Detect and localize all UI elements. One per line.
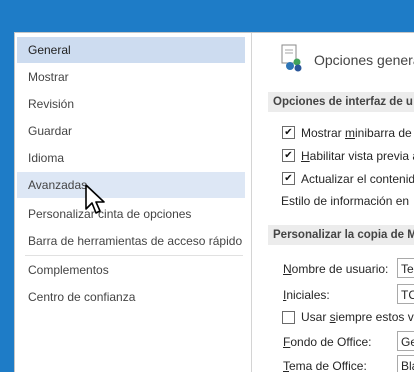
nav-item-idioma[interactable]: Idioma [17, 145, 245, 171]
nav-item-complementos[interactable]: Complementos [17, 257, 245, 283]
nav-item-revision[interactable]: Revisión [17, 91, 245, 117]
panel-divider [251, 33, 252, 372]
office-background-label: Fondo de Office: [283, 335, 372, 349]
nav-item-personalizar-cinta[interactable]: Personalizar cinta de opciones [17, 201, 245, 227]
section-header-interface: Opciones de interfaz de u [268, 92, 414, 112]
options-nav: General Mostrar Revisión Guardar Idioma … [15, 33, 249, 372]
nav-separator [25, 255, 243, 256]
minibar-checkbox[interactable]: ✔ [282, 126, 295, 139]
minibar-label: Mostrar minibarra de [301, 126, 412, 140]
nav-item-general[interactable]: General [17, 37, 245, 63]
mouse-pointer-icon [85, 184, 105, 214]
page-title: Opciones genera [314, 52, 414, 68]
nav-item-centro-confianza[interactable]: Centro de confianza [17, 284, 245, 310]
office-theme-select[interactable]: Bla [397, 355, 414, 372]
office-background-select[interactable]: Ge [397, 331, 414, 351]
always-use-checkbox[interactable] [282, 311, 295, 324]
update-content-checkbox[interactable]: ✔ [282, 172, 295, 185]
live-preview-checkbox[interactable]: ✔ [282, 149, 295, 162]
initials-input[interactable]: TC [397, 284, 414, 304]
nav-item-barra-acceso-rapido[interactable]: Barra de herramientas de acceso rápido [17, 228, 245, 254]
general-options-icon [281, 44, 302, 72]
screentip-style-label: Estilo de información en [281, 194, 410, 208]
office-theme-label: Tema de Office: [283, 359, 367, 372]
general-options-content: Opciones genera Opciones de interfaz de … [253, 33, 414, 372]
nav-item-guardar[interactable]: Guardar [17, 118, 245, 144]
nav-item-mostrar[interactable]: Mostrar [17, 64, 245, 90]
username-label: Nombre de usuario: [283, 262, 389, 276]
options-dialog: General Mostrar Revisión Guardar Idioma … [14, 32, 414, 372]
update-content-label: Actualizar el contenid [301, 172, 414, 186]
initials-label: Iniciales: [283, 288, 330, 302]
nav-item-avanzadas[interactable]: Avanzadas [17, 172, 245, 198]
always-use-label: Usar siempre estos va [301, 310, 414, 324]
live-preview-label: Habilitar vista previa a [301, 149, 414, 163]
section-header-personalize: Personalizar la copia de M [268, 225, 414, 245]
username-input[interactable]: Te [397, 258, 414, 278]
